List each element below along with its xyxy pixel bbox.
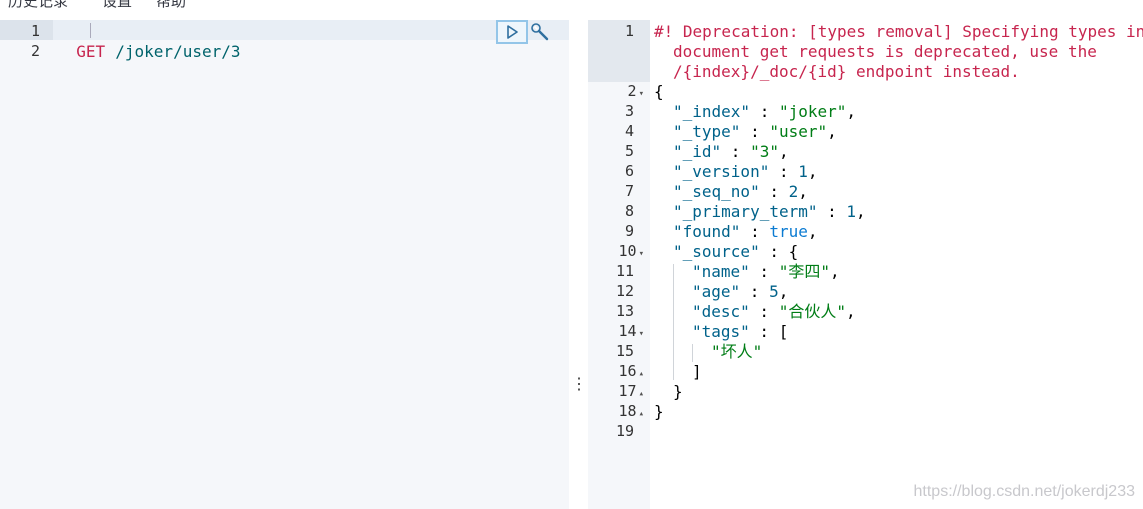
response-line-number: 8 bbox=[624, 202, 634, 220]
response-line-number: 2 ▾ bbox=[627, 82, 644, 100]
menu-history[interactable]: 历史记录 bbox=[8, 0, 68, 11]
json-line: "_index" : "joker", bbox=[673, 102, 857, 121]
json-line: "坏人" bbox=[711, 342, 763, 361]
response-line-number: 12 bbox=[615, 282, 634, 300]
response-line-number: 6 bbox=[624, 162, 634, 180]
json-line: "_type" : "user", bbox=[673, 122, 837, 141]
json-line: { bbox=[654, 82, 664, 101]
response-line-number: 9 bbox=[624, 222, 634, 240]
response-line-number: 11 bbox=[615, 262, 634, 280]
response-line-number: 14 ▾ bbox=[618, 322, 644, 340]
json-line: ] bbox=[692, 362, 702, 381]
deprecation-warning-line: /{index}/_doc/{id} endpoint instead. bbox=[673, 62, 1020, 81]
response-line-number: 13 bbox=[615, 302, 634, 320]
response-line-number: 5 bbox=[624, 142, 634, 160]
json-line: "tags" : [ bbox=[692, 322, 789, 341]
json-line: "_source" : { bbox=[673, 242, 799, 261]
json-line: "age" : 5, bbox=[692, 282, 789, 301]
request-line-number: 2 bbox=[30, 42, 40, 60]
response-line-number: 15 bbox=[615, 342, 634, 360]
response-line-number: 17 ▴ bbox=[618, 382, 644, 400]
json-line: "_primary_term" : 1, bbox=[673, 202, 866, 221]
json-line: } bbox=[673, 382, 683, 401]
response-viewer[interactable]: #! Deprecation: [types removal] Specifyi… bbox=[650, 20, 1143, 509]
request-gutter bbox=[0, 20, 53, 509]
response-line-number: 19 bbox=[615, 422, 634, 440]
vertical-dots-icon[interactable]: ⋮ bbox=[571, 374, 587, 394]
menu-help[interactable]: 帮助 bbox=[156, 0, 186, 11]
json-line: "found" : true, bbox=[673, 222, 818, 241]
play-icon bbox=[507, 25, 518, 39]
wrench-icon[interactable] bbox=[530, 22, 550, 42]
response-line-number: 7 bbox=[624, 182, 634, 200]
deprecation-warning-line: document get requests is deprecated, use… bbox=[673, 42, 1097, 61]
request-editor[interactable] bbox=[53, 20, 569, 509]
request-path-line[interactable]: /joker/user/3 bbox=[96, 22, 241, 62]
request-path: /joker/user/3 bbox=[115, 42, 241, 61]
json-line: "desc" : "合伙人", bbox=[692, 302, 856, 321]
run-request-button[interactable] bbox=[496, 20, 528, 44]
watermark: https://blog.csdn.net/jokerdj233 bbox=[913, 483, 1135, 500]
json-line: "_id" : "3", bbox=[673, 142, 789, 161]
request-line-number: 1 bbox=[30, 22, 40, 40]
menu-settings[interactable]: 设置 bbox=[102, 0, 132, 11]
response-line-number: 10 ▾ bbox=[618, 242, 644, 260]
response-line-number: 4 bbox=[624, 122, 634, 140]
response-line-number: 18 ▴ bbox=[618, 402, 644, 420]
response-line-number: 16 ▴ bbox=[618, 362, 644, 380]
deprecation-warning-line: #! Deprecation: [types removal] Specifyi… bbox=[654, 22, 1143, 41]
json-line: "_seq_no" : 2, bbox=[673, 182, 808, 201]
json-line: } bbox=[654, 402, 664, 421]
response-line-number: 3 bbox=[624, 102, 634, 120]
json-line: "_version" : 1, bbox=[673, 162, 818, 181]
response-line-number: 1 bbox=[624, 22, 634, 40]
json-line: "name" : "李四", bbox=[692, 262, 840, 281]
